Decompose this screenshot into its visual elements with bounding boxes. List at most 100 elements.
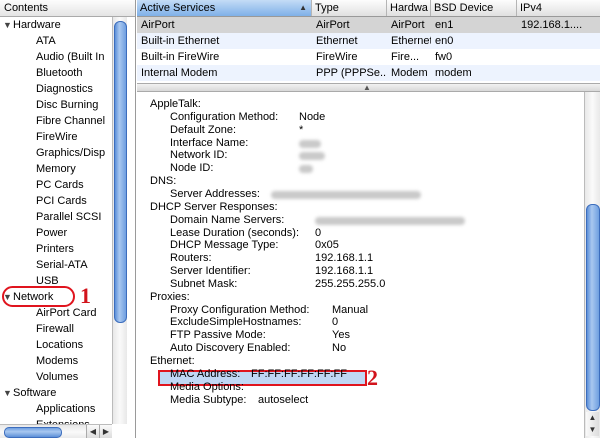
splitter-grip-icon: ▲: [363, 83, 371, 92]
detail-label: FTP Passive Mode:: [170, 329, 266, 342]
table-cell: modem: [435, 67, 472, 79]
sidebar-hscroll-thumb[interactable]: [4, 427, 62, 438]
sidebar-item-label: Disc Burning: [36, 99, 99, 111]
detail-value: 255.255.255.0: [315, 277, 386, 290]
sidebar-item-pci-cards[interactable]: PCI Cards: [0, 193, 112, 209]
sidebar-item-fibre-channel[interactable]: Fibre Channel: [0, 113, 112, 129]
sidebar-item-memory[interactable]: Memory: [0, 161, 112, 177]
sidebar-item-airport-card[interactable]: AirPort Card: [0, 305, 112, 321]
sidebar-item-label: Bluetooth: [36, 67, 83, 79]
table-cell: Ethernet: [391, 35, 431, 47]
sidebar-horizontal-scrollbar[interactable]: ◀ ▶: [0, 424, 112, 438]
detail-label: Media Subtype:: [170, 393, 247, 406]
sidebar-vertical-scrollbar[interactable]: [112, 17, 127, 424]
detail-vertical-scrollbar[interactable]: ▲ ▼: [584, 92, 600, 438]
detail-pane: AppleTalk: Configuration Method: Node Defau…: [137, 92, 584, 438]
detail-value: autoselect: [258, 393, 309, 406]
sidebar-item-label: USB: [36, 275, 59, 287]
sidebar-item-audio-built-in[interactable]: Audio (Built In: [0, 49, 112, 65]
sidebar-item-firewall[interactable]: Firewall: [0, 321, 112, 337]
table-cell: AirPort: [391, 19, 425, 31]
sidebar-item-pc-cards[interactable]: PC Cards: [0, 177, 112, 193]
detail-label: Subnet Mask:: [170, 277, 238, 290]
detail-label: Configuration Method:: [170, 110, 279, 123]
column-header-hardware[interactable]: Hardwa: [387, 0, 431, 16]
sidebar-scroll-thumb[interactable]: [114, 21, 127, 323]
scroll-down-arrow-icon[interactable]: ▼: [586, 424, 599, 436]
detail-label: Routers:: [170, 252, 212, 265]
table-cell: Internal Modem: [141, 67, 218, 79]
detail-label: Proxy Configuration Method:: [170, 303, 310, 316]
detail-value: Manual: [332, 303, 369, 316]
sidebar-item-applications[interactable]: Applications: [0, 401, 112, 417]
pane-splitter[interactable]: ▲: [137, 83, 600, 92]
sidebar-item-serial-ata[interactable]: Serial-ATA: [0, 257, 112, 273]
detail-label: Network ID:: [170, 149, 228, 162]
sidebar-item-volumes[interactable]: Volumes: [0, 369, 112, 385]
detail-scroll-thumb[interactable]: [586, 204, 600, 411]
detail-label: AppleTalk:: [150, 98, 201, 110]
sidebar-item-usb[interactable]: USB: [0, 273, 112, 289]
detail-value: No: [332, 342, 347, 355]
column-header-active-services[interactable]: Active Services ▲: [137, 0, 312, 16]
table-row[interactable]: Built-in Ethernet Ethernet Ethernet en0: [137, 33, 600, 49]
detail-label: Lease Duration (seconds):: [170, 226, 300, 239]
column-header-type[interactable]: Type: [312, 0, 387, 16]
sidebar-item-parallel-scsi[interactable]: Parallel SCSI: [0, 209, 112, 225]
sidebar-item-firewire[interactable]: FireWire: [0, 129, 112, 145]
sidebar-item-bluetooth[interactable]: Bluetooth: [0, 65, 112, 81]
detail-label: Server Identifier:: [170, 265, 251, 278]
table-row[interactable]: Built-in FireWire FireWire Fire... fw0: [137, 49, 600, 65]
table-row[interactable]: AirPort AirPort AirPort en1 192.168.1....: [137, 17, 600, 33]
sidebar-item-disc-burning[interactable]: Disc Burning: [0, 97, 112, 113]
sidebar-group-network[interactable]: ▼Network: [0, 289, 112, 305]
sidebar-item-label: Memory: [36, 163, 76, 175]
sidebar-group-software[interactable]: ▼Software: [0, 385, 112, 401]
sidebar-item-label: PCI Cards: [36, 195, 87, 207]
sidebar-item-label: Audio (Built In: [36, 51, 105, 63]
disclosure-triangle-icon[interactable]: ▼: [3, 385, 12, 401]
table-cell: 192.168.1....: [521, 19, 583, 31]
column-header-ipv4[interactable]: IPv4: [517, 0, 600, 16]
contents-header[interactable]: Contents: [0, 0, 135, 17]
sort-ascending-icon: ▲: [299, 3, 307, 12]
column-header-bsd-device[interactable]: BSD Device: [431, 0, 517, 16]
detail-value: 0x05: [315, 239, 339, 252]
sidebar-item-printers[interactable]: Printers: [0, 241, 112, 257]
disclosure-triangle-icon[interactable]: ▼: [3, 17, 12, 33]
scroll-left-arrow-icon[interactable]: ◀: [86, 425, 99, 438]
sidebar-item-power[interactable]: Power: [0, 225, 112, 241]
table-cell: Built-in FireWire: [141, 51, 220, 63]
sidebar-item-label: Serial-ATA: [36, 259, 88, 271]
table-cell: Modem: [391, 67, 428, 79]
disclosure-triangle-icon[interactable]: ▼: [3, 289, 12, 305]
sidebar-item-label: Firewall: [36, 323, 74, 335]
table-cell: Fire...: [391, 51, 420, 63]
sidebar-item-modems[interactable]: Modems: [0, 353, 112, 369]
table-cell: Built-in Ethernet: [141, 35, 220, 47]
redacted-value: [315, 216, 465, 225]
detail-label: Auto Discovery Enabled:: [170, 342, 291, 355]
scroll-up-arrow-icon[interactable]: ▲: [586, 412, 599, 424]
redacted-value: [299, 165, 313, 174]
table-cell: AirPort: [316, 19, 350, 31]
sidebar-item-label: Applications: [36, 403, 96, 415]
sidebar-item-label: ATA: [36, 35, 56, 47]
redacted-value: [299, 139, 321, 148]
sidebar-item-ata[interactable]: ATA: [0, 33, 112, 49]
detail-label: DHCP Server Responses:: [150, 200, 278, 213]
sidebar-item-diagnostics[interactable]: Diagnostics: [0, 81, 112, 97]
table-header: Active Services ▲ Type Hardwa BSD Device …: [137, 0, 600, 17]
detail-label: Media Options:: [170, 380, 244, 393]
detail-value: *: [299, 123, 304, 136]
scroll-right-arrow-icon[interactable]: ▶: [99, 425, 112, 438]
table-row[interactable]: Internal Modem PPP (PPPSe... Modem modem: [137, 65, 600, 81]
sidebar-item-graphics-disp[interactable]: Graphics/Disp: [0, 145, 112, 161]
annotation-marker-2: 2: [367, 365, 378, 390]
table-cell: PPP (PPPSe...: [316, 67, 387, 79]
sidebar-item-label: Parallel SCSI: [36, 211, 102, 223]
sidebar-item-locations[interactable]: Locations: [0, 337, 112, 353]
sidebar-group-hardware[interactable]: ▼Hardware: [0, 17, 112, 33]
sidebar-item-label: Fibre Channel: [36, 115, 106, 127]
sidebar-item-label: Hardware: [13, 19, 61, 31]
